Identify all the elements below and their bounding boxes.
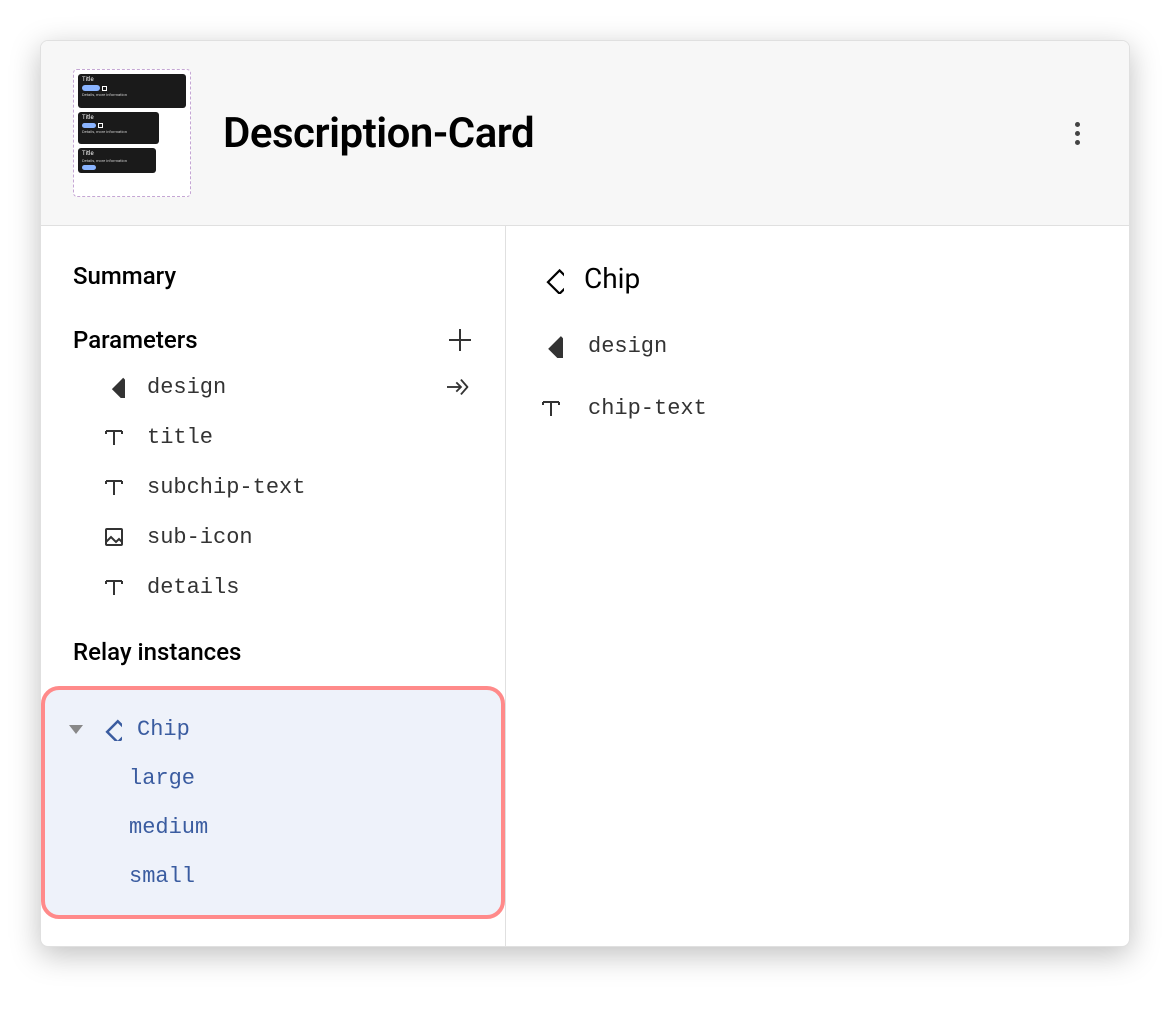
chevron-down-icon[interactable]: [69, 725, 83, 734]
right-parameter-label: design: [588, 334, 667, 359]
diamond-outline-icon: [538, 266, 564, 292]
panel-body: Summary Parameters design: [41, 226, 1129, 946]
diamond-outline-icon: [97, 716, 123, 742]
summary-section[interactable]: Summary: [41, 254, 505, 298]
relay-instance-small[interactable]: small: [45, 852, 501, 901]
relay-variant-label: small: [129, 864, 195, 889]
relay-instance-large[interactable]: large: [45, 754, 501, 803]
text-icon: [101, 424, 127, 450]
parameter-label: details: [147, 575, 473, 600]
parameter-label: title: [147, 425, 473, 450]
relay-instances-section: Relay instances: [41, 630, 505, 674]
arrow-into-icon[interactable]: [447, 374, 473, 400]
right-column: Chip design chip-text: [506, 226, 1129, 946]
image-icon: [101, 524, 127, 550]
right-parameter-label: chip-text: [588, 396, 707, 421]
parameter-details[interactable]: details: [41, 562, 505, 612]
relay-instance-label: Chip: [137, 717, 190, 742]
right-parameter-chip-text[interactable]: chip-text: [538, 377, 1097, 439]
parameter-design[interactable]: design: [41, 362, 505, 412]
parameter-sub-icon[interactable]: sub-icon: [41, 512, 505, 562]
parameter-subchip-text[interactable]: subchip-text: [41, 462, 505, 512]
text-icon: [538, 395, 564, 421]
right-header: Chip: [538, 254, 1097, 315]
panel-header: Title Details, more information Title De…: [41, 41, 1129, 226]
parameter-title[interactable]: title: [41, 412, 505, 462]
component-title: Description-Card: [223, 109, 1057, 158]
diamond-filled-icon: [101, 374, 127, 400]
right-title: Chip: [584, 262, 640, 295]
text-icon: [101, 574, 127, 600]
more-vertical-icon: [1075, 122, 1080, 145]
parameters-label: Parameters: [73, 326, 198, 354]
more-menu-button[interactable]: [1057, 113, 1097, 153]
parameter-label: sub-icon: [147, 525, 473, 550]
relay-variant-label: medium: [129, 815, 208, 840]
parameter-label: design: [147, 375, 427, 400]
relay-instance-medium[interactable]: medium: [45, 803, 501, 852]
right-parameter-design[interactable]: design: [538, 315, 1097, 377]
component-panel: Title Details, more information Title De…: [40, 40, 1130, 947]
relay-instances-highlight: Chip large medium small: [41, 686, 505, 919]
component-thumbnail: Title Details, more information Title De…: [73, 69, 191, 197]
relay-instance-chip[interactable]: Chip: [45, 704, 501, 754]
add-parameter-button[interactable]: [447, 327, 473, 353]
text-icon: [101, 474, 127, 500]
parameters-section: Parameters: [41, 318, 505, 362]
left-column: Summary Parameters design: [41, 226, 506, 946]
relay-variant-label: large: [129, 766, 195, 791]
diamond-filled-icon: [538, 333, 564, 359]
parameter-label: subchip-text: [147, 475, 473, 500]
